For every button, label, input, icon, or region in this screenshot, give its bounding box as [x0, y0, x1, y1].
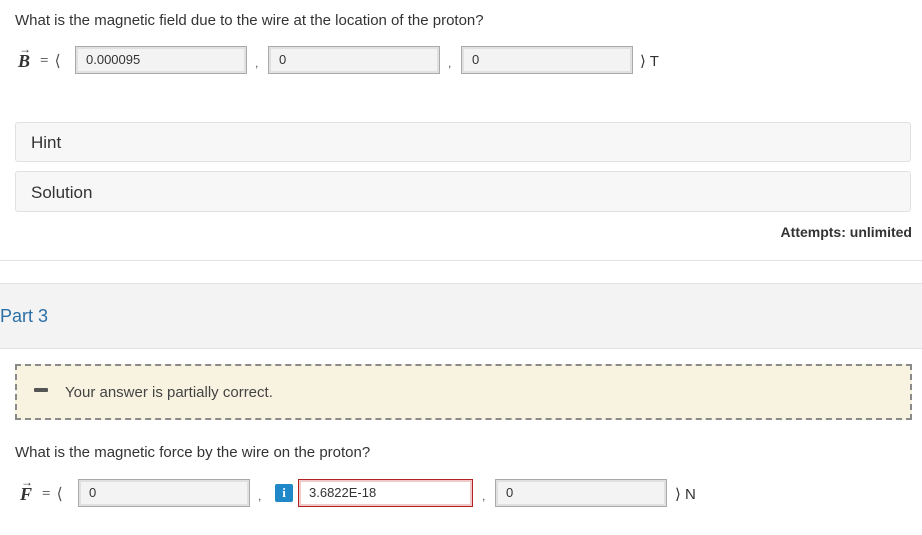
part3-header [0, 283, 922, 349]
close-bracket: ⟩ [640, 53, 646, 70]
b-x-input[interactable]: 0.000095 [75, 46, 247, 74]
part3-question: What is the magnetic force by the wire o… [15, 444, 371, 461]
divider [0, 260, 922, 261]
unit-label: T [649, 53, 659, 70]
unit-label: N [685, 486, 696, 503]
feedback-box: Your answer is partially correct. [15, 364, 912, 420]
info-icon[interactable]: i [275, 484, 293, 502]
equals-sign: = [40, 52, 49, 69]
part2-question: What is the magnetic field due to the wi… [15, 12, 484, 29]
b-y-input[interactable]: 0 [268, 46, 440, 74]
close-bracket: ⟩ [675, 486, 681, 503]
vector-arrow-icon: → [19, 41, 31, 56]
attempts-label: Attempts: unlimited [780, 224, 912, 240]
comma: , [255, 56, 259, 70]
comma: , [258, 489, 262, 503]
b-z-input[interactable]: 0 [461, 46, 633, 74]
open-bracket: ⟨ [56, 486, 63, 503]
hint-label: Hint [31, 133, 62, 152]
comma: , [482, 489, 486, 503]
b-vector-expression: → B = ⟨ [18, 41, 61, 76]
f-z-input[interactable]: 0 [495, 479, 667, 507]
f-unit: ⟩ N [675, 485, 696, 503]
partially-correct-icon [34, 388, 48, 392]
b-unit: ⟩ T [640, 52, 659, 70]
comma: , [448, 56, 452, 70]
b-vector-symbol: → B [18, 41, 31, 71]
vector-arrow-icon: → [21, 474, 33, 489]
hint-panel[interactable]: Hint [15, 122, 911, 162]
part3-title: Part 3 [0, 306, 49, 326]
equals-sign: = [42, 485, 51, 502]
feedback-text: Your answer is partially correct. [65, 384, 273, 401]
f-x-input[interactable]: 0 [78, 479, 250, 507]
f-vector-symbol: → F [20, 474, 33, 504]
solution-panel[interactable]: Solution [15, 171, 911, 212]
f-y-input[interactable]: 3.6822E-18 [298, 479, 473, 507]
f-vector-expression: → F = ⟨ [20, 474, 63, 509]
solution-label: Solution [31, 183, 93, 202]
open-bracket: ⟨ [54, 53, 61, 70]
